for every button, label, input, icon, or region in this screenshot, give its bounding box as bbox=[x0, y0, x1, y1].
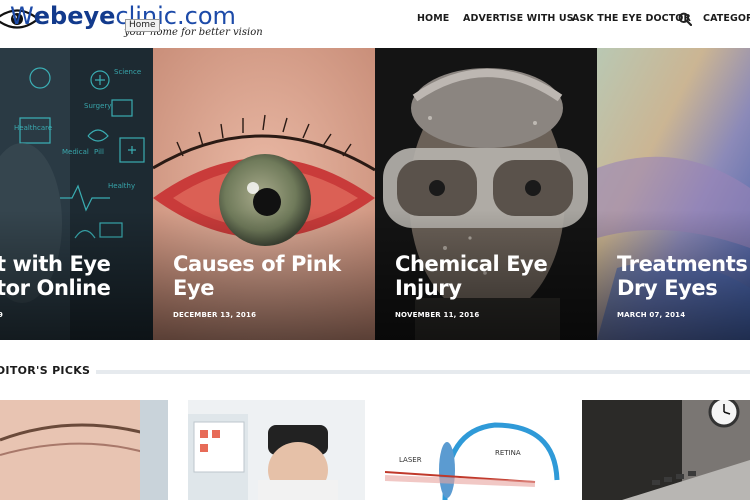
logo-prefix: W bbox=[10, 2, 34, 30]
editors-picks-header: DITOR'S PICKS bbox=[0, 364, 750, 380]
home-tooltip: Home bbox=[125, 19, 160, 32]
slide-title: Chemical Eye Injury bbox=[395, 252, 548, 300]
slide-date: MARCH 07, 2014 bbox=[617, 311, 686, 319]
svg-text:Medical: Medical bbox=[62, 148, 89, 156]
nav-advertise[interactable]: ADVERTISE WITH US bbox=[463, 13, 574, 24]
slide-date: 9 bbox=[0, 311, 4, 319]
laser-label: LASER bbox=[399, 456, 422, 464]
pick-card-vr-headset[interactable] bbox=[188, 400, 365, 500]
slide-date: DECEMBER 13, 2016 bbox=[173, 311, 257, 319]
slide-title: Treatments Dry Eyes bbox=[617, 252, 748, 300]
search-icon[interactable] bbox=[678, 12, 692, 26]
slide-pink-eye[interactable]: Causes of Pink Eye DECEMBER 13, 2016 bbox=[153, 48, 375, 340]
svg-text:Pill: Pill bbox=[94, 148, 104, 156]
slide-chemical-eye-injury[interactable]: Chemical Eye Injury NOVEMBER 11, 2016 bbox=[375, 48, 597, 340]
slide-online-doctor[interactable]: Science Surgery Healthcare Medical Pill … bbox=[0, 48, 153, 340]
slide-title-line1: Chemical Eye bbox=[395, 252, 548, 276]
slide-dry-eyes-treatments[interactable]: Treatments Dry Eyes MARCH 07, 2014 bbox=[597, 48, 750, 340]
pick-card-eyelid[interactable] bbox=[0, 400, 168, 500]
svg-text:Surgery: Surgery bbox=[84, 102, 111, 110]
svg-text:Science: Science bbox=[114, 68, 141, 76]
svg-text:Healthcare: Healthcare bbox=[14, 124, 52, 132]
site-header: Webeyeclinic.com your home for better vi… bbox=[0, 0, 750, 45]
nav-categories[interactable]: CATEGORIES bbox=[703, 13, 750, 24]
section-title: DITOR'S PICKS bbox=[0, 364, 91, 377]
slide-title: Causes of Pink Eye bbox=[173, 252, 341, 300]
slide-title-line2: Injury bbox=[395, 276, 462, 300]
slide-title-line1: t with Eye bbox=[0, 252, 111, 276]
featured-slider: Science Surgery Healthcare Medical Pill … bbox=[0, 48, 750, 340]
slide-title-line1: Causes of Pink bbox=[173, 252, 341, 276]
slide-date: NOVEMBER 11, 2016 bbox=[395, 311, 480, 319]
pick-card-laser-retina-diagram[interactable]: LASER RETINA bbox=[385, 400, 562, 500]
logo-bold: ebeye bbox=[33, 2, 116, 30]
eyelid-image bbox=[0, 400, 168, 500]
svg-text:Healthy: Healthy bbox=[108, 182, 135, 190]
nav-ask-eye-doctor[interactable]: ASK THE EYE DOCTOR bbox=[572, 13, 691, 24]
nav-home[interactable]: HOME bbox=[417, 13, 449, 24]
slide-title-line2: tor Online bbox=[0, 276, 111, 300]
logo-wordmark: Webeyeclinic.com bbox=[10, 2, 236, 30]
slide-title: t with Eye tor Online bbox=[0, 252, 111, 300]
slide-title-line2: Eye bbox=[173, 276, 215, 300]
slide-title-line2: Dry Eyes bbox=[617, 276, 718, 300]
retina-label: RETINA bbox=[495, 449, 521, 457]
section-divider bbox=[96, 370, 750, 374]
laser-retina-diagram: LASER RETINA bbox=[385, 400, 562, 500]
slide-title-line1: Treatments bbox=[617, 252, 748, 276]
pick-card-laptop-clock[interactable] bbox=[582, 400, 750, 500]
vr-headset-image bbox=[188, 400, 365, 500]
site-logo[interactable]: Webeyeclinic.com your home for better vi… bbox=[0, 0, 263, 45]
laptop-clock-image bbox=[582, 400, 750, 500]
